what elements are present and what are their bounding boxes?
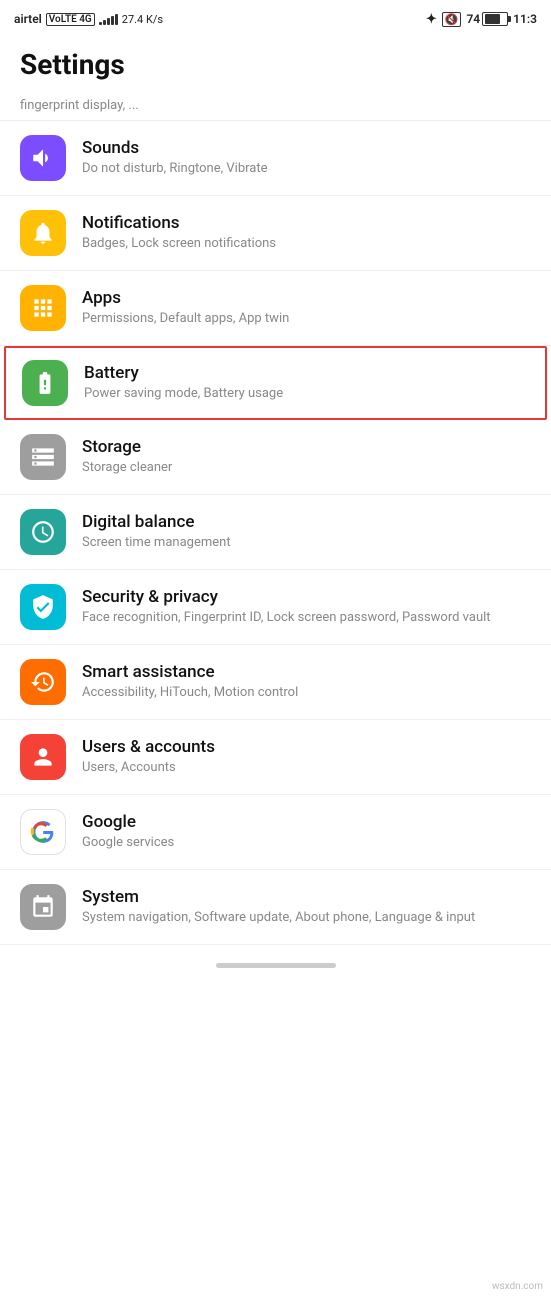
storage-icon-wrapper xyxy=(20,434,66,480)
settings-item-sounds[interactable]: Sounds Do not disturb, Ringtone, Vibrate xyxy=(0,121,551,196)
bottom-handle xyxy=(0,945,551,980)
battery-icon-wrapper xyxy=(22,360,68,406)
settings-item-google[interactable]: Google Google services xyxy=(0,795,551,870)
settings-item-system[interactable]: System System navigation, Software updat… xyxy=(0,870,551,945)
digital-balance-title: Digital balance xyxy=(82,512,531,532)
smart-assistance-title: Smart assistance xyxy=(82,662,531,682)
sounds-subtitle: Do not disturb, Ringtone, Vibrate xyxy=(82,160,531,178)
storage-title: Storage xyxy=(82,437,531,457)
time: 11:3 xyxy=(513,12,537,26)
battery-tip xyxy=(508,16,511,22)
settings-item-security-privacy[interactable]: Security & privacy Face recognition, Fin… xyxy=(0,570,551,645)
users-accounts-subtitle: Users, Accounts xyxy=(82,759,531,777)
sounds-title: Sounds xyxy=(82,138,531,158)
storage-text: Storage Storage cleaner xyxy=(82,437,531,477)
sounds-icon-wrapper xyxy=(20,135,66,181)
smart-assistance-subtitle: Accessibility, HiTouch, Motion control xyxy=(82,684,531,702)
battery-fill xyxy=(485,14,500,24)
google-title: Google xyxy=(82,812,531,832)
network-speed: 27.4 K/s xyxy=(122,13,163,26)
storage-subtitle: Storage cleaner xyxy=(82,459,531,477)
system-title: System xyxy=(82,887,531,907)
security-icon xyxy=(30,594,56,620)
google-icon-wrapper xyxy=(20,809,66,855)
system-icon xyxy=(30,894,56,920)
notifications-icon-wrapper xyxy=(20,210,66,256)
settings-item-digital-balance[interactable]: Digital balance Screen time management xyxy=(0,495,551,570)
status-bar: airtel VoLTE 4G 27.4 K/s ✦ 🔇 74 11:3 xyxy=(0,0,551,36)
watermark: wsxdn.com xyxy=(492,1281,543,1292)
apps-subtitle: Permissions, Default apps, App twin xyxy=(82,310,531,328)
nav-handle-bar xyxy=(216,963,336,968)
notifications-subtitle: Badges, Lock screen notifications xyxy=(82,235,531,253)
system-text: System System navigation, Software updat… xyxy=(82,887,531,927)
users-icon-wrapper xyxy=(20,734,66,780)
partial-item: fingerprint display, ... xyxy=(0,89,551,121)
notifications-icon xyxy=(30,220,56,246)
battery-title: Battery xyxy=(84,363,529,383)
settings-item-notifications[interactable]: Notifications Badges, Lock screen notifi… xyxy=(0,196,551,271)
digital-balance-subtitle: Screen time management xyxy=(82,534,531,552)
settings-list: Sounds Do not disturb, Ringtone, Vibrate… xyxy=(0,121,551,945)
settings-item-battery[interactable]: Battery Power saving mode, Battery usage xyxy=(4,346,547,420)
network-type: VoLTE 4G xyxy=(46,13,95,26)
security-privacy-title: Security & privacy xyxy=(82,587,531,607)
battery-icon xyxy=(482,12,508,26)
security-icon-wrapper xyxy=(20,584,66,630)
storage-icon xyxy=(30,444,56,470)
battery-percent: 74 xyxy=(466,12,480,26)
page-title: Settings xyxy=(0,36,551,89)
vibrate-icon: 🔇 xyxy=(442,12,462,27)
settings-item-smart-assistance[interactable]: Smart assistance Accessibility, HiTouch,… xyxy=(0,645,551,720)
digital-balance-icon xyxy=(30,519,56,545)
notifications-text: Notifications Badges, Lock screen notifi… xyxy=(82,213,531,253)
battery-subtitle: Power saving mode, Battery usage xyxy=(84,385,529,403)
apps-icon xyxy=(30,295,56,321)
apps-title: Apps xyxy=(82,288,531,308)
smart-assistance-text: Smart assistance Accessibility, HiTouch,… xyxy=(82,662,531,702)
digital-balance-text: Digital balance Screen time management xyxy=(82,512,531,552)
security-privacy-subtitle: Face recognition, Fingerprint ID, Lock s… xyxy=(82,609,531,627)
apps-icon-wrapper xyxy=(20,285,66,331)
security-privacy-text: Security & privacy Face recognition, Fin… xyxy=(82,587,531,627)
google-text: Google Google services xyxy=(82,812,531,852)
bluetooth-icon: ✦ xyxy=(426,12,437,27)
battery-text: Battery Power saving mode, Battery usage xyxy=(84,363,529,403)
sounds-icon xyxy=(30,145,56,171)
carrier-info: airtel VoLTE 4G 27.4 K/s xyxy=(14,12,163,26)
google-icon xyxy=(30,819,56,845)
system-subtitle: System navigation, Software update, Abou… xyxy=(82,909,531,927)
users-accounts-text: Users & accounts Users, Accounts xyxy=(82,737,531,777)
sounds-text: Sounds Do not disturb, Ringtone, Vibrate xyxy=(82,138,531,178)
apps-text: Apps Permissions, Default apps, App twin xyxy=(82,288,531,328)
system-icon-wrapper xyxy=(20,884,66,930)
carrier-name: airtel xyxy=(14,12,42,26)
status-right: ✦ 🔇 74 11:3 xyxy=(426,12,537,27)
battery-settings-icon xyxy=(32,370,58,396)
signal-icon xyxy=(99,13,118,25)
users-accounts-title: Users & accounts xyxy=(82,737,531,757)
google-subtitle: Google services xyxy=(82,834,531,852)
settings-item-apps[interactable]: Apps Permissions, Default apps, App twin xyxy=(0,271,551,346)
battery-container: 74 xyxy=(466,12,508,26)
settings-item-storage[interactable]: Storage Storage cleaner xyxy=(0,420,551,495)
smart-assistance-icon xyxy=(30,669,56,695)
notifications-title: Notifications xyxy=(82,213,531,233)
users-icon xyxy=(30,744,56,770)
digital-balance-icon-wrapper xyxy=(20,509,66,555)
settings-item-users-accounts[interactable]: Users & accounts Users, Accounts xyxy=(0,720,551,795)
smart-assistance-icon-wrapper xyxy=(20,659,66,705)
